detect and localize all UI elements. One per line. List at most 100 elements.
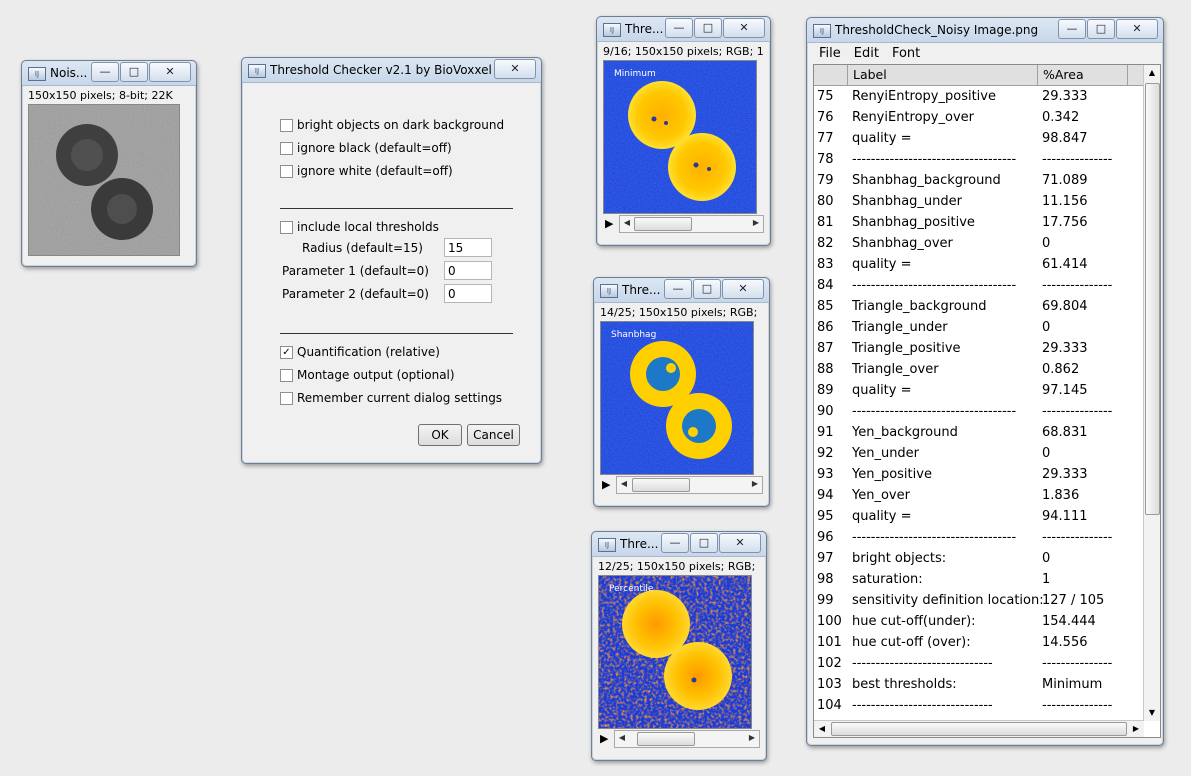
montage-checkbox[interactable]: Montage output (optional) (280, 368, 455, 382)
scroll-left-icon[interactable]: ◀ (615, 731, 629, 745)
play-icon[interactable]: ▶ (600, 732, 608, 745)
table-row[interactable]: 83 quality = 61.414 (814, 254, 1144, 275)
slice-scrollbar[interactable]: ◀ ▶ (614, 730, 760, 748)
stack-titlebar[interactable]: IJ Thre... — □ ✕ (597, 17, 770, 42)
table-row[interactable]: 87 Triangle_positive 29.333 (814, 338, 1144, 359)
table-row[interactable]: 77 quality = 98.847 (814, 128, 1144, 149)
results-table-window[interactable]: IJ ThresholdCheck_Noisy Image.png — □ ✕ … (806, 17, 1164, 746)
ignore-white-checkbox[interactable]: ignore white (default=off) (280, 164, 453, 178)
scroll-right-icon[interactable]: ▶ (748, 477, 762, 491)
table-row[interactable]: 81 Shanbhag_positive 17.756 (814, 212, 1144, 233)
slice-scrollbar[interactable]: ◀ ▶ (616, 476, 763, 494)
stack-slider[interactable]: ▶ ◀ ▶ (603, 215, 764, 233)
cancel-button[interactable]: Cancel (467, 424, 520, 446)
scroll-thumb[interactable] (634, 217, 692, 231)
menu-edit[interactable]: Edit (848, 43, 886, 63)
checkbox-box[interactable] (280, 118, 293, 132)
scroll-down-icon[interactable]: ▼ (1144, 705, 1160, 721)
table-row[interactable]: 92 Yen_under 0 (814, 443, 1144, 464)
column-header-area[interactable]: %Area (1038, 65, 1128, 85)
close-button[interactable]: ✕ (494, 59, 536, 79)
table-row[interactable]: 76 RenyiEntropy_over 0.342 (814, 107, 1144, 128)
noisy-image-titlebar[interactable]: IJ Nois... — □ ✕ (22, 61, 196, 86)
minimize-button[interactable]: — (665, 18, 693, 38)
column-header-index[interactable] (814, 65, 848, 85)
table-row[interactable]: 91 Yen_background 68.831 (814, 422, 1144, 443)
table-row[interactable]: 75 RenyiEntropy_positive 29.333 (814, 86, 1144, 107)
table-row[interactable]: 97 bright objects: 0 (814, 548, 1144, 569)
maximize-button[interactable]: □ (694, 18, 722, 38)
horizontal-scrollbar[interactable]: ◀ ▶ (814, 720, 1144, 737)
checkbox-box[interactable] (280, 391, 293, 405)
table-row[interactable]: 94 Yen_over 1.836 (814, 485, 1144, 506)
maximize-button[interactable]: □ (120, 62, 148, 82)
minimize-button[interactable]: — (664, 279, 692, 299)
menu-font[interactable]: Font (886, 43, 927, 63)
noisy-image-canvas[interactable] (28, 104, 180, 256)
maximize-button[interactable]: □ (1087, 19, 1115, 39)
stack-slider[interactable]: ▶ ◀ ▶ (598, 730, 760, 748)
bright-objects-checkbox[interactable]: bright objects on dark background (280, 118, 504, 132)
stack-window-shanbhag[interactable]: IJ Thre... — □ ✕ 14/25; 150x150 pixels; … (593, 277, 770, 507)
remember-settings-checkbox[interactable]: Remember current dialog settings (280, 391, 502, 405)
threshold-checker-dialog[interactable]: IJ Threshold Checker v2.1 by BioVoxxel ✕… (241, 57, 542, 464)
table-row[interactable]: 98 saturation: 1 (814, 569, 1144, 590)
table-row[interactable]: 85 Triangle_background 69.804 (814, 296, 1144, 317)
table-row[interactable]: 99 sensitivity definition location: 127 / … (814, 590, 1144, 611)
scroll-thumb[interactable] (637, 732, 695, 746)
table-row[interactable]: 80 Shanbhag_under 11.156 (814, 191, 1144, 212)
close-button[interactable]: ✕ (723, 18, 765, 38)
table-row[interactable]: 79 Shanbhag_background 71.089 (814, 170, 1144, 191)
stack-image-canvas[interactable]: Shanbhag (600, 321, 754, 475)
table-row[interactable]: 89 quality = 97.145 (814, 380, 1144, 401)
vertical-scrollbar[interactable]: ▲ ▼ (1143, 65, 1160, 721)
table-row[interactable]: 88 Triangle_over 0.862 (814, 359, 1144, 380)
maximize-button[interactable]: □ (693, 279, 721, 299)
slice-scrollbar[interactable]: ◀ ▶ (619, 215, 764, 233)
minimize-button[interactable]: — (91, 62, 119, 82)
menu-file[interactable]: File (813, 43, 848, 63)
close-button[interactable]: ✕ (1116, 19, 1158, 39)
table-row[interactable]: 104 ------------------------------ -------… (814, 695, 1144, 716)
stack-image-canvas[interactable]: Minimum (603, 60, 757, 214)
table-row[interactable]: 84 ----------------------------------- ---… (814, 275, 1144, 296)
stack-titlebar[interactable]: IJ Thre... — □ ✕ (592, 532, 766, 557)
table-row[interactable]: 95 quality = 94.111 (814, 506, 1144, 527)
local-thresholds-checkbox[interactable]: include local thresholds (280, 220, 439, 234)
column-header-label[interactable]: Label (848, 65, 1038, 85)
maximize-button[interactable]: □ (690, 533, 718, 553)
table-row[interactable]: 90 ----------------------------------- ---… (814, 401, 1144, 422)
parameter1-field[interactable]: 0 (444, 261, 492, 280)
scroll-right-icon[interactable]: ▶ (745, 731, 759, 745)
scroll-up-icon[interactable]: ▲ (1144, 65, 1160, 81)
stack-window-minimum[interactable]: IJ Thre... — □ ✕ 9/16; 150x150 pixels; R… (596, 16, 771, 246)
checkbox-box[interactable] (280, 141, 293, 155)
table-row[interactable]: 93 Yen_positive 29.333 (814, 464, 1144, 485)
table-row[interactable]: 103 best thresholds: Minimum (814, 674, 1144, 695)
results-titlebar[interactable]: IJ ThresholdCheck_Noisy Image.png — □ ✕ (807, 18, 1163, 43)
stack-slider[interactable]: ▶ ◀ ▶ (600, 476, 763, 494)
checkbox-box[interactable] (280, 164, 293, 178)
table-row[interactable]: 101 hue cut-off (over): 14.556 (814, 632, 1144, 653)
close-button[interactable]: ✕ (722, 279, 764, 299)
checkbox-box[interactable]: ✓ (280, 345, 293, 359)
ok-button[interactable]: OK (418, 424, 462, 446)
quantification-checkbox[interactable]: ✓ Quantification (relative) (280, 345, 440, 359)
minimize-button[interactable]: — (1058, 19, 1086, 39)
table-row[interactable]: 78 ----------------------------------- ---… (814, 149, 1144, 170)
scroll-thumb[interactable] (632, 478, 690, 492)
stack-titlebar[interactable]: IJ Thre... — □ ✕ (594, 278, 769, 303)
table-row[interactable]: 96 ----------------------------------- ---… (814, 527, 1144, 548)
checkbox-box[interactable] (280, 220, 293, 234)
horizontal-scroll-thumb[interactable] (831, 722, 1127, 736)
table-row[interactable]: 100 hue cut-off(under): 154.444 (814, 611, 1144, 632)
close-button[interactable]: ✕ (719, 533, 761, 553)
stack-image-canvas[interactable]: Percentile (598, 575, 752, 729)
table-row[interactable]: 82 Shanbhag_over 0 (814, 233, 1144, 254)
play-icon[interactable]: ▶ (602, 478, 610, 491)
results-table[interactable]: Label %Area 75 RenyiEntropy_positive 29.33… (813, 64, 1161, 738)
checkbox-box[interactable] (280, 368, 293, 382)
close-button[interactable]: ✕ (149, 62, 191, 82)
stack-window-percentile[interactable]: IJ Thre... — □ ✕ 12/25; 150x150 pixels; … (591, 531, 767, 761)
radius-field[interactable]: 15 (444, 238, 492, 257)
